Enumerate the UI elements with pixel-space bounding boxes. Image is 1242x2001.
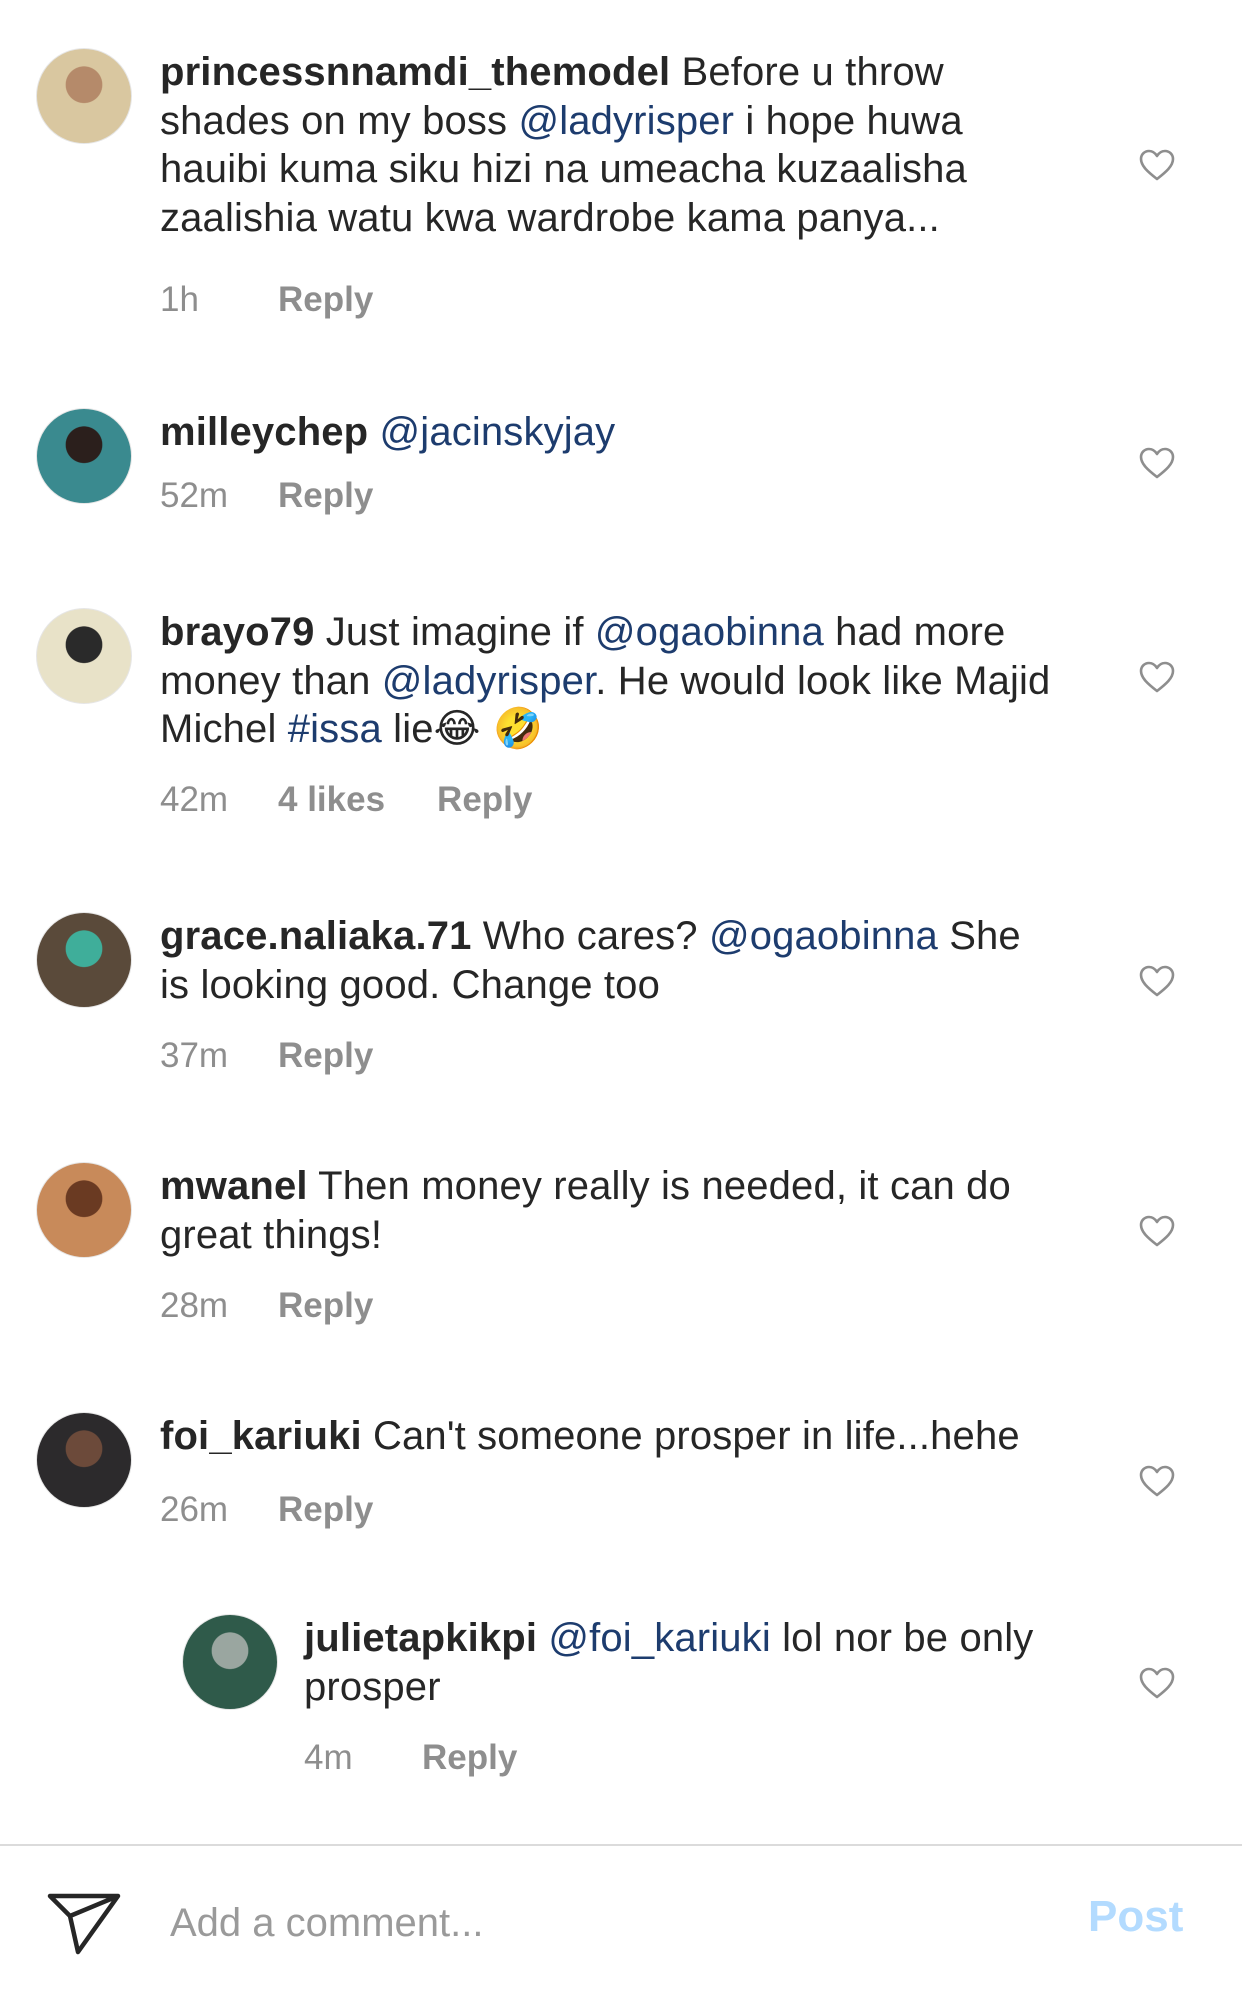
comment-body: Can't someone prosper in life...hehe — [361, 1414, 1020, 1458]
comment-text: foi_kariuki Can't someone prosper in lif… — [160, 1412, 1100, 1461]
hashtag-link[interactable]: #issa — [288, 707, 382, 751]
comment-body — [368, 410, 379, 454]
reply-button[interactable]: Reply — [278, 1036, 373, 1076]
reply-button[interactable]: Reply — [422, 1738, 517, 1778]
comment-meta: 42m 4 likes Reply — [160, 780, 532, 820]
comment-username[interactable]: milleychep — [160, 410, 368, 454]
comment-meta: 4m Reply — [304, 1738, 517, 1778]
emoji: 😂 🤣 — [433, 706, 544, 752]
comment-meta: 1h Reply — [160, 280, 373, 320]
heart-icon[interactable] — [1138, 964, 1176, 998]
mention-link[interactable]: @foi_kariuki — [548, 1616, 770, 1660]
comment-timestamp: 37m — [160, 1036, 229, 1075]
comment-text: princessnnamdi_themodel Before u throw s… — [160, 48, 1060, 242]
comment-composer: Post — [0, 1846, 1242, 2001]
comment-username[interactable]: princessnnamdi_themodel — [160, 50, 670, 94]
comment-body: lie — [381, 707, 434, 751]
comment-username[interactable]: julietapkikpi — [304, 1616, 537, 1660]
mention-link[interactable]: @jacinskyjay — [380, 410, 616, 454]
comment-timestamp: 1h — [160, 280, 199, 319]
comment-text: mwanel Then money really is needed, it c… — [160, 1162, 1060, 1259]
heart-icon[interactable] — [1138, 446, 1176, 480]
comment-timestamp: 4m — [304, 1738, 353, 1777]
likes-count[interactable]: 4 likes — [278, 780, 385, 820]
comment-username[interactable]: mwanel — [160, 1164, 308, 1208]
heart-icon[interactable] — [1138, 1666, 1176, 1700]
comment-username[interactable]: foi_kariuki — [160, 1414, 362, 1458]
comment-timestamp: 28m — [160, 1286, 229, 1325]
post-button[interactable]: Post — [1088, 1892, 1183, 1942]
mention-link[interactable]: @ladyrisper — [382, 659, 595, 703]
avatar[interactable] — [36, 408, 132, 504]
comment-timestamp: 42m — [160, 780, 229, 819]
mention-link[interactable]: @ogaobinna — [709, 914, 938, 958]
comment-body: Just imagine if — [314, 610, 595, 654]
comment-meta: 28m Reply — [160, 1286, 373, 1326]
comment-username[interactable]: grace.naliaka.71 — [160, 914, 472, 958]
comment-text: grace.naliaka.71 Who cares? @ogaobinna S… — [160, 912, 1060, 1009]
heart-icon[interactable] — [1138, 148, 1176, 182]
comment-meta: 37m Reply — [160, 1036, 373, 1076]
comment-timestamp: 26m — [160, 1490, 229, 1529]
comment-text: brayo79 Just imagine if @ogaobinna had m… — [160, 608, 1060, 754]
avatar[interactable] — [36, 1412, 132, 1508]
comment-body: Who cares? — [471, 914, 709, 958]
reply-button[interactable]: Reply — [278, 1490, 373, 1530]
comments-screen: princessnnamdi_themodel Before u throw s… — [0, 0, 1242, 2001]
avatar[interactable] — [36, 1162, 132, 1258]
comment-text: milleychep @jacinskyjay — [160, 408, 1060, 457]
comment-meta: 26m Reply — [160, 1490, 373, 1530]
reply-button[interactable]: Reply — [437, 780, 532, 820]
mention-link[interactable]: @ogaobinna — [595, 610, 824, 654]
comment-body — [537, 1616, 548, 1660]
reply-button[interactable]: Reply — [278, 280, 373, 320]
reply-button[interactable]: Reply — [278, 476, 373, 516]
heart-icon[interactable] — [1138, 1214, 1176, 1248]
avatar[interactable] — [36, 608, 132, 704]
heart-icon[interactable] — [1138, 1464, 1176, 1498]
comment-username[interactable]: brayo79 — [160, 610, 314, 654]
comment-text: julietapkikpi @foi_kariuki lol nor be on… — [304, 1614, 1084, 1711]
comment-meta: 52m Reply — [160, 476, 373, 516]
reply-button[interactable]: Reply — [278, 1286, 373, 1326]
direct-send-icon[interactable] — [46, 1890, 122, 1956]
comment-input[interactable] — [170, 1890, 1050, 1956]
avatar[interactable] — [36, 912, 132, 1008]
heart-icon[interactable] — [1138, 660, 1176, 694]
avatar[interactable] — [182, 1614, 278, 1710]
mention-link[interactable]: @ladyrisper — [518, 99, 734, 143]
comment-timestamp: 52m — [160, 476, 229, 515]
avatar[interactable] — [36, 48, 132, 144]
